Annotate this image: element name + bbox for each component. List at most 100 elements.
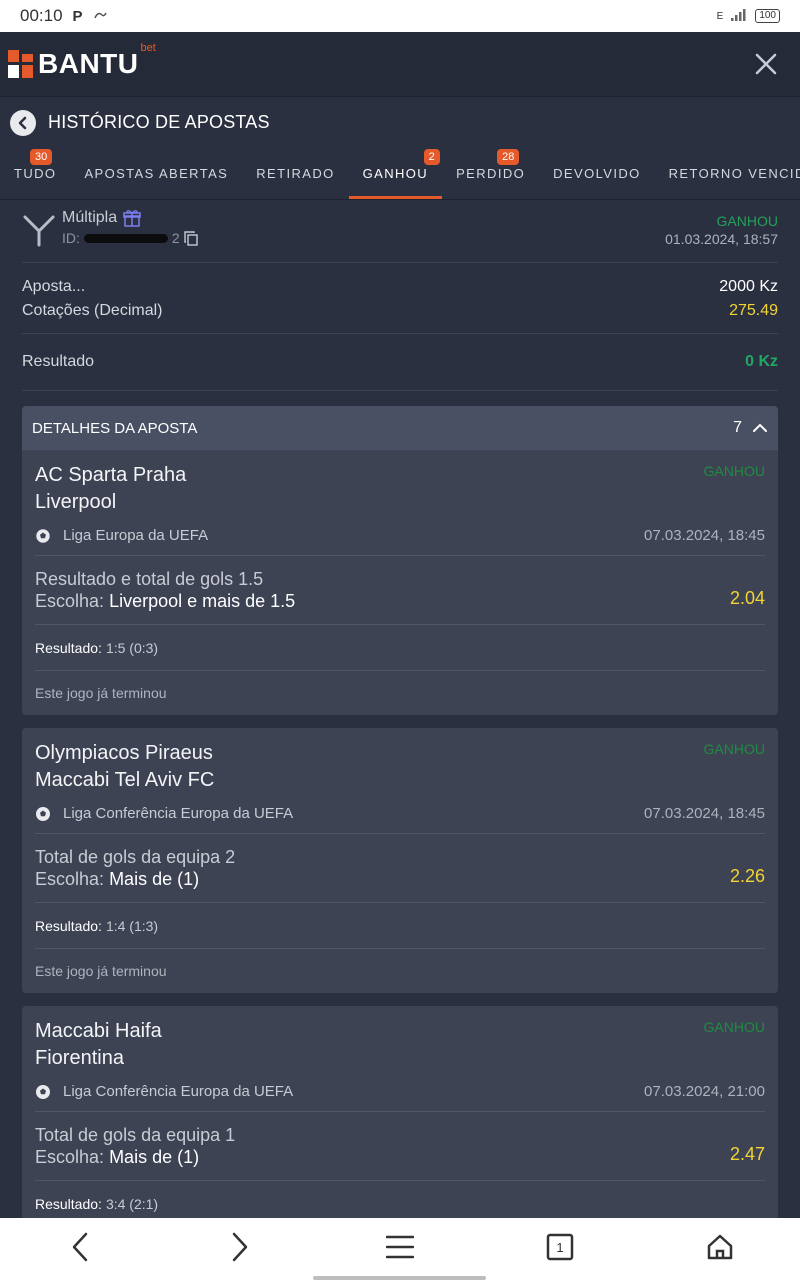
logo-mark-icon bbox=[8, 50, 34, 78]
result-label: Resultado bbox=[22, 353, 95, 370]
back-nav-button[interactable] bbox=[56, 1223, 104, 1271]
selection-status: GANHOU bbox=[703, 463, 765, 479]
pick-block: Total de gols da equipa 1 Escolha: Mais … bbox=[35, 1112, 765, 1181]
chevron-left-icon bbox=[18, 116, 27, 129]
selection-count: 7 bbox=[733, 419, 742, 436]
choice: Escolha: Liverpool e mais de 1.5 bbox=[35, 590, 765, 612]
market-name: Resultado e total de gols 1.5 bbox=[35, 569, 264, 589]
bet-id: ID: 2 bbox=[62, 230, 198, 246]
link-icon bbox=[93, 6, 107, 26]
clock: 00:10 bbox=[20, 6, 63, 25]
bet-history-content[interactable]: Múltipla ID: 2 GANHOU 01.03.2024, 18:57 … bbox=[0, 201, 800, 1218]
teams: Maccabi Haifa Fiorentina bbox=[35, 1006, 765, 1072]
tab-tudo[interactable]: TUDO 30 bbox=[0, 147, 70, 199]
score-value: 1:4 (1:3) bbox=[105, 917, 159, 934]
forward-nav-button[interactable] bbox=[216, 1223, 264, 1271]
choice-value: Liverpool e mais de 1.5 bbox=[109, 591, 296, 611]
tab-retorno-vencido[interactable]: RETORNO VENCIDO bbox=[655, 147, 800, 199]
tab-badge: 28 bbox=[497, 149, 520, 165]
close-icon bbox=[755, 53, 777, 75]
tab-retirado[interactable]: RETIRADO bbox=[242, 147, 348, 199]
bet-status: GANHOU bbox=[716, 213, 778, 229]
tab-label: PERDIDO bbox=[456, 165, 526, 181]
league-name: Liga Conferência Europa da UEFA bbox=[63, 805, 294, 822]
tab-devolvido[interactable]: DEVOLVIDO bbox=[539, 147, 655, 199]
home-indicator bbox=[313, 1276, 486, 1280]
soccer-ball-icon bbox=[36, 806, 50, 821]
score-label: Resultado: bbox=[35, 1195, 102, 1212]
logo: BANTU bet bbox=[8, 42, 156, 80]
bet-header: Múltipla ID: 2 GANHOU 01.03.2024, 18:57 bbox=[22, 201, 778, 263]
score-value: 1:5 (0:3) bbox=[105, 639, 159, 656]
choice: Escolha: Mais de (1) bbox=[35, 1146, 765, 1168]
chevron-left-icon bbox=[72, 1232, 88, 1262]
league-row: Liga Conferência Europa da UEFA 07.03.20… bbox=[35, 794, 765, 834]
selection-card: Maccabi Haifa Fiorentina GANHOU Liga Con… bbox=[22, 1006, 778, 1218]
chevron-up-icon bbox=[753, 423, 767, 432]
menu-button[interactable] bbox=[376, 1223, 424, 1271]
selection-card: AC Sparta Praha Liverpool GANHOU Liga Eu… bbox=[22, 450, 778, 715]
copy-icon[interactable] bbox=[183, 230, 198, 246]
brand-header: BANTU bet bbox=[0, 32, 800, 96]
svg-text:1: 1 bbox=[556, 1240, 563, 1255]
hamburger-menu-icon bbox=[386, 1235, 414, 1259]
tabs-icon: 1 bbox=[546, 1233, 574, 1261]
bet-id-suffix: 2 bbox=[171, 230, 180, 246]
teams: Olympiacos Piraeus Maccabi Tel Aviv FC bbox=[35, 728, 765, 794]
selection-odd: 2.26 bbox=[729, 866, 765, 886]
tab-ganhou[interactable]: GANHOU 2 bbox=[348, 147, 443, 199]
selection-status: GANHOU bbox=[703, 741, 765, 757]
bet-date: 01.03.2024, 18:57 bbox=[665, 231, 778, 247]
tab-label: APOSTAS ABERTAS bbox=[84, 165, 229, 181]
team-away: Fiorentina bbox=[35, 1047, 124, 1069]
gift-icon bbox=[123, 210, 141, 227]
selection-card: Olympiacos Piraeus Maccabi Tel Aviv FC G… bbox=[22, 728, 778, 993]
match-date: 07.03.2024, 21:00 bbox=[644, 1083, 765, 1100]
team-home: Maccabi Haifa bbox=[35, 1020, 162, 1042]
league-name: Liga Europa da UEFA bbox=[63, 527, 209, 544]
brand-suffix: bet bbox=[140, 42, 156, 54]
team-away: Maccabi Tel Aviv FC bbox=[35, 769, 215, 791]
league-name: Liga Conferência Europa da UEFA bbox=[63, 1083, 294, 1100]
result-value: 0 Kz bbox=[745, 353, 778, 370]
tab-label: GANHOU bbox=[362, 165, 429, 181]
tab-label: DEVOLVIDO bbox=[553, 165, 641, 181]
score-row: Resultado: 3:4 (2:1) bbox=[35, 1181, 765, 1218]
signal-icon bbox=[731, 8, 747, 24]
score-value: 3:4 (2:1) bbox=[105, 1195, 159, 1212]
home-button[interactable] bbox=[696, 1223, 744, 1271]
score-label: Resultado: bbox=[35, 639, 102, 656]
tab-label: TUDO bbox=[14, 165, 57, 181]
league-row: Liga Conferência Europa da UEFA 07.03.20… bbox=[35, 1072, 765, 1112]
choice-label: Escolha: bbox=[35, 1147, 105, 1167]
result-summary: Resultado 0 Kz bbox=[22, 334, 778, 391]
battery-icon: 100 bbox=[755, 9, 780, 23]
tab-perdido[interactable]: PERDIDO 28 bbox=[442, 147, 539, 199]
notification-p-icon: P bbox=[72, 7, 83, 25]
tabs-button[interactable]: 1 bbox=[536, 1223, 584, 1271]
page-title: HISTÓRICO DE APOSTAS bbox=[48, 112, 270, 132]
redacted-id bbox=[83, 233, 168, 243]
match-date: 07.03.2024, 18:45 bbox=[644, 527, 765, 544]
odds-row: Cotações (Decimal) 275.49 bbox=[22, 299, 778, 323]
status-bar: 00:10 P E 100 bbox=[0, 0, 800, 32]
soccer-ball-icon bbox=[36, 1084, 50, 1099]
stake-label: Aposta... bbox=[22, 278, 86, 295]
filter-tabs: TUDO 30 APOSTAS ABERTAS RETIRADO GANHOU … bbox=[0, 148, 800, 200]
stake-summary: Aposta... 2000 Kz Cotações (Decimal) 275… bbox=[22, 263, 778, 334]
details-count: 7 bbox=[733, 419, 768, 437]
signal-e-icon: E bbox=[716, 10, 724, 22]
choice-label: Escolha: bbox=[35, 591, 105, 611]
team-away: Liverpool bbox=[35, 491, 117, 513]
soccer-ball-icon bbox=[35, 528, 51, 543]
match-ended-note: Este jogo já terminou bbox=[35, 963, 167, 979]
back-button[interactable] bbox=[10, 109, 36, 136]
tab-label: RETORNO VENCIDO bbox=[668, 165, 800, 181]
tab-apostas-abertas[interactable]: APOSTAS ABERTAS bbox=[70, 147, 242, 199]
pick-block: Resultado e total de gols 1.5 Escolha: L… bbox=[35, 556, 765, 625]
choice: Escolha: Mais de (1) bbox=[35, 868, 765, 890]
bet-details-toggle[interactable]: DETALHES DA APOSTA 7 bbox=[22, 406, 778, 450]
details-title: DETALHES DA APOSTA bbox=[32, 419, 198, 437]
teams: AC Sparta Praha Liverpool bbox=[35, 450, 765, 516]
close-button[interactable] bbox=[746, 44, 786, 84]
